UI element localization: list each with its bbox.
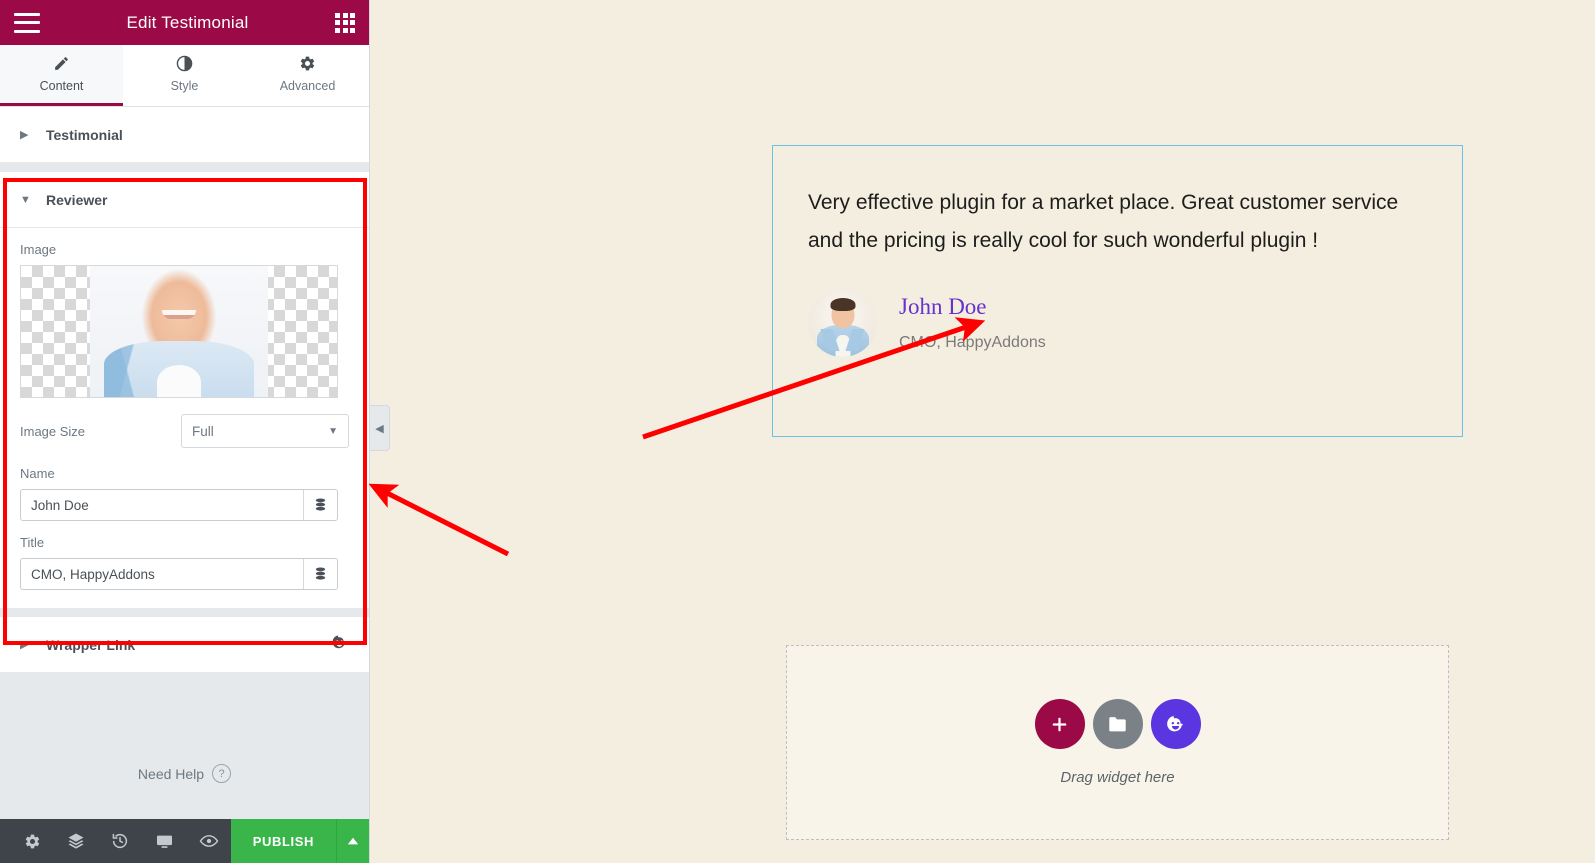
title-control: Title <box>0 521 369 608</box>
tab-style[interactable]: Style <box>123 45 246 106</box>
editor-bottom-bar: PUBLISH <box>0 819 369 863</box>
panel-tabs: Content Style Advanced <box>0 45 369 107</box>
contrast-icon <box>176 55 193 72</box>
dropzone-caption: Drag widget here <box>1060 769 1175 786</box>
reviewer-title: CMO, HappyAddons <box>899 333 1046 351</box>
preview-eye-icon[interactable] <box>187 819 231 863</box>
database-stack-icon[interactable] <box>303 490 337 520</box>
name-input[interactable] <box>21 490 303 520</box>
testimonial-quote: Very effective plugin for a market place… <box>808 191 1399 252</box>
avatar <box>808 288 877 357</box>
image-control: Image <box>0 228 369 398</box>
add-section-button[interactable] <box>1034 699 1085 749</box>
testimonial-reviewer: John Doe CMO, HappyAddons <box>808 288 1462 357</box>
section-testimonial-label: Testimonial <box>46 126 123 143</box>
title-label: Title <box>20 535 45 550</box>
tab-content[interactable]: Content <box>0 45 123 106</box>
section-divider <box>0 163 369 172</box>
chevron-right-icon: ▶ <box>20 639 29 651</box>
tab-advanced[interactable]: Advanced <box>246 45 369 106</box>
layers-icon[interactable] <box>54 819 98 863</box>
tab-content-label: Content <box>39 79 84 93</box>
publish-group: PUBLISH <box>230 819 369 863</box>
chevron-left-icon: ◀ <box>375 422 384 435</box>
responsive-icon[interactable] <box>142 819 186 863</box>
tab-advanced-label: Advanced <box>279 79 336 93</box>
name-label: Name <box>20 466 55 481</box>
photo-shirt <box>157 365 201 397</box>
name-control: Name <box>0 452 369 521</box>
question-mark-icon: ? <box>212 764 232 783</box>
image-preview[interactable] <box>20 265 338 398</box>
happy-addons-button[interactable] <box>1150 699 1201 749</box>
panel-sections: ▶ Testimonial ▼ Reviewer Image Image Siz… <box>0 107 369 819</box>
section-reviewer-label: Reviewer <box>46 191 108 208</box>
section-divider <box>0 608 369 617</box>
need-help-label: Need Help <box>137 765 205 782</box>
image-size-control: Image Size Full ▼ <box>0 398 369 452</box>
tab-style-label: Style <box>170 79 199 93</box>
image-size-label: Image Size <box>20 423 86 439</box>
hamburger-icon[interactable] <box>14 12 40 33</box>
page-title: Edit Testimonial <box>126 12 249 32</box>
editor-screen: Edit Testimonial Content Style Advanced … <box>0 0 1595 863</box>
reviewer-text: John Doe CMO, HappyAddons <box>899 293 1046 352</box>
dropzone-buttons <box>1034 699 1201 749</box>
editor-canvas: Very effective plugin for a market place… <box>371 0 1595 863</box>
template-library-button[interactable] <box>1092 699 1143 749</box>
image-size-value: Full <box>192 423 214 439</box>
image-size-select[interactable]: Full ▼ <box>181 414 349 448</box>
reviewer-name: John Doe <box>899 294 987 320</box>
gear-icon <box>299 55 316 72</box>
section-reviewer-panel: ▼ Reviewer Image Image Size Full ▼ Name … <box>0 172 369 608</box>
panel-header: Edit Testimonial <box>0 0 369 45</box>
section-testimonial[interactable]: ▶ Testimonial <box>0 107 369 163</box>
section-wrapper-link[interactable]: ▶ Wrapper Link <box>0 617 369 672</box>
widget-dropzone[interactable]: Drag widget here <box>786 645 1449 840</box>
image-preview-photo <box>90 266 268 397</box>
pencil-icon <box>53 55 70 72</box>
database-stack-icon[interactable] <box>303 559 337 589</box>
happy-face-icon <box>330 633 349 657</box>
title-input[interactable] <box>21 559 303 589</box>
chevron-down-icon: ▼ <box>328 425 338 437</box>
grid-icon[interactable] <box>335 12 355 33</box>
gear-icon[interactable] <box>10 819 54 863</box>
chevron-right-icon: ▶ <box>20 129 29 141</box>
chevron-down-icon: ▼ <box>20 193 31 206</box>
panel-collapse-handle[interactable]: ◀ <box>370 405 390 451</box>
name-field-wrap <box>20 489 338 521</box>
need-help-link[interactable]: Need Help ? <box>0 764 369 783</box>
photo-mouth <box>162 310 196 319</box>
section-reviewer[interactable]: ▼ Reviewer <box>0 172 369 228</box>
image-label: Image <box>20 242 57 257</box>
history-icon[interactable] <box>98 819 142 863</box>
publish-button[interactable]: PUBLISH <box>230 819 336 863</box>
title-field-wrap <box>20 558 338 590</box>
avatar-hair <box>830 298 855 311</box>
elementor-settings-panel: Edit Testimonial Content Style Advanced … <box>0 0 370 863</box>
testimonial-widget[interactable]: Very effective plugin for a market place… <box>772 145 1463 437</box>
chevron-up-icon[interactable] <box>336 819 369 863</box>
section-wrapper-link-label: Wrapper Link <box>46 636 136 653</box>
